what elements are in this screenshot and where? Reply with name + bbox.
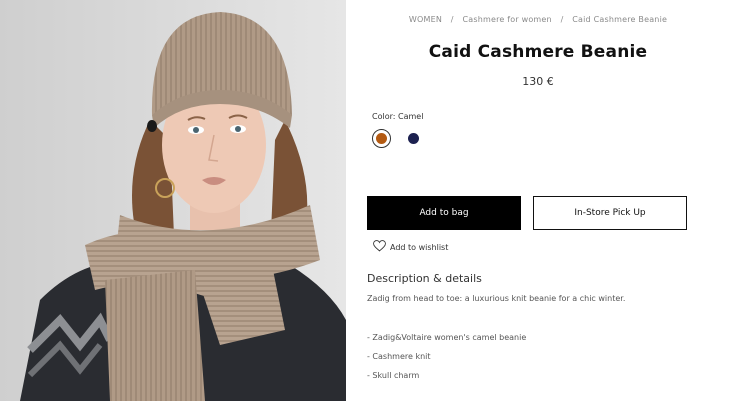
breadcrumb-item-cashmere[interactable]: Cashmere for women [462,15,551,24]
breadcrumb-separator: / [450,15,454,24]
wishlist-label: Add to wishlist [390,242,449,252]
color-swatch-navy-dot [408,133,419,144]
breadcrumb: WOMEN / Cashmere for women / Caid Cashme… [346,15,730,24]
color-label: Color: Camel [372,112,424,121]
description-heading: Description & details [367,272,482,285]
list-item: - Cashmere knit [367,352,431,361]
list-item: - Zadig&Voltaire women's camel beanie [367,333,527,342]
details-list: - Zadig&Voltaire women's camel beanie - … [367,333,526,390]
model-photo [0,0,346,401]
breadcrumb-item-women[interactable]: WOMEN [409,15,442,24]
product-image[interactable] [0,0,346,401]
breadcrumb-separator: / [560,15,564,24]
list-item: - Skull charm [367,371,420,380]
color-swatch-camel-dot [376,133,387,144]
add-to-wishlist-link[interactable]: Add to wishlist [373,240,448,254]
description-text: Zadig from head to toe: a luxurious knit… [367,294,626,303]
product-title: Caid Cashmere Beanie [428,42,648,62]
breadcrumb-item-current[interactable]: Caid Cashmere Beanie [572,15,667,24]
color-swatch-camel[interactable] [372,129,391,148]
heart-outline-icon [373,240,390,254]
color-swatch-navy[interactable] [404,129,423,148]
add-to-bag-button[interactable]: Add to bag [367,196,521,230]
product-price: 130 € [522,75,554,88]
in-store-pickup-button[interactable]: In-Store Pick Up [533,196,687,230]
